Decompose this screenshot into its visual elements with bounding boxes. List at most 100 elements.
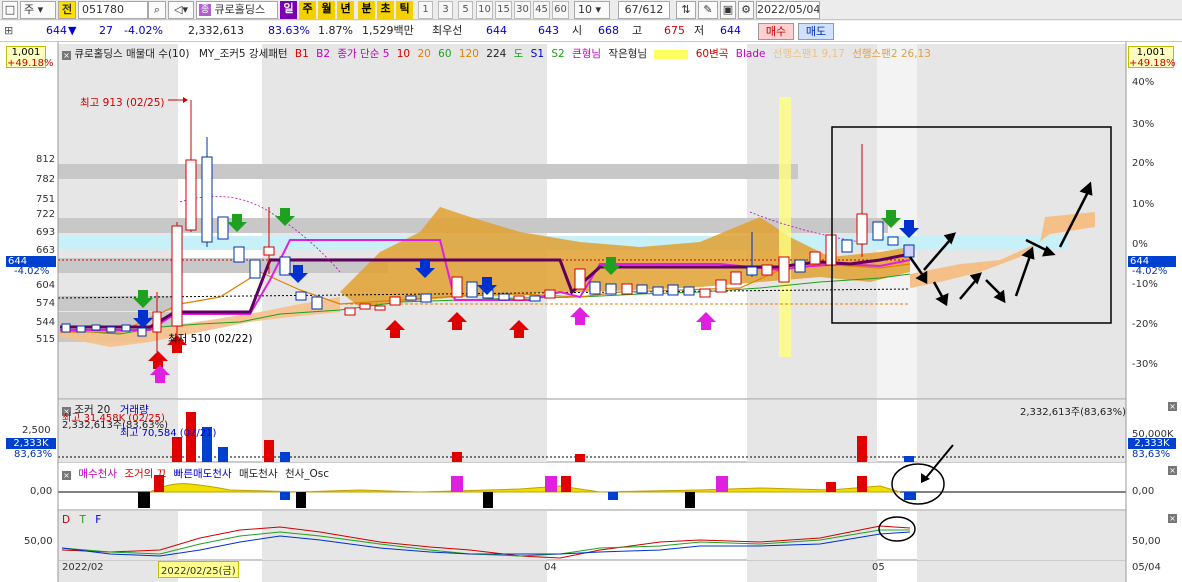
x-label-05: 05 [872, 562, 885, 573]
volume-left-pct: 83,63% [14, 449, 53, 460]
osc-left-axis: 0,00 [30, 486, 53, 497]
legend-item-ma5[interactable]: 종가 단순 5 [337, 48, 389, 60]
open-label: 시 [572, 24, 583, 37]
osc-item-buy-angel[interactable]: 매수천사 [78, 468, 117, 480]
interval-60[interactable]: 60 [552, 1, 569, 19]
x-label-2022-02: 2022/02 [62, 562, 104, 573]
low-annotation: 최저 510 (02/22) [168, 333, 253, 345]
dtf-item-f[interactable]: F [95, 514, 101, 526]
ask-price: 643 [538, 24, 559, 37]
legend-item-yellow-band[interactable] [654, 49, 689, 59]
stock-code-input[interactable]: 051780 [78, 1, 148, 19]
speaker-icon[interactable]: ◁▾ [168, 1, 194, 19]
save-icon[interactable]: ▣ [720, 1, 736, 19]
pct-level-minus-10: -10% [1132, 279, 1158, 290]
interval-3[interactable]: 3 [438, 1, 453, 19]
search-icon[interactable]: ⌕ [148, 1, 166, 19]
right-top-percent: +49.18% [1129, 58, 1176, 69]
stock-type-select[interactable]: 주 ▾ [20, 1, 56, 19]
period-month[interactable]: 월 [318, 1, 335, 19]
pct-level-0: 0% [1132, 239, 1148, 250]
price-level-722: 722 [36, 209, 56, 220]
osc-item-fast-sell[interactable]: 빠른매도천사 [174, 468, 232, 480]
period-day[interactable]: 일 [280, 1, 297, 19]
interval-15[interactable]: 15 [495, 1, 512, 19]
dtf-right-axis: 50,00 [1132, 536, 1161, 547]
high-label: 고 [632, 24, 643, 37]
legend-item-span2[interactable]: 선행스팬2 26,13 [852, 48, 931, 60]
left-top-badge: 1,001 +49.18% [6, 46, 54, 69]
interval-30[interactable]: 30 [514, 1, 531, 19]
dtf-close-icon[interactable]: × [1168, 514, 1177, 523]
expand-icon[interactable]: ⊞ [4, 24, 13, 38]
osc-item-osc[interactable]: 천사_Osc [285, 468, 329, 480]
stock-status-icon: 종 [199, 4, 211, 16]
market-button[interactable]: 전 [58, 1, 76, 19]
osc-close-icon[interactable]: × [62, 471, 71, 480]
date-input[interactable]: 2022/05/04 [756, 1, 820, 19]
quote-bar: ⊞ 644 ▼ 27 -4.02% 2,332,613 83.63% 1.87%… [0, 21, 1182, 42]
period-week[interactable]: 주 [299, 1, 316, 19]
legend-close-icon[interactable]: × [62, 51, 71, 60]
legend-title: 큐로홀딩스 매물대 수(10) [74, 48, 190, 60]
chart-canvas[interactable] [0, 42, 1182, 582]
legend-item-10[interactable]: 10 [397, 48, 410, 60]
legend-item-224[interactable]: 224 [486, 48, 506, 60]
osc-item-joker[interactable]: 조거의 끄 [124, 468, 166, 480]
legend-item-joker[interactable]: MY_조커5 강세패턴 [199, 48, 288, 60]
toolbar: □ 주 ▾ 전 051780 ⌕ ◁▾ 종 큐로홀딩스 일 주 월 년 분 초 … [0, 0, 1182, 20]
volume: 2,332,613 [188, 24, 244, 37]
legend-item-120[interactable]: 120 [459, 48, 479, 60]
pct-level-minus-20: -20% [1132, 319, 1158, 330]
period-tick[interactable]: 틱 [396, 1, 413, 19]
legend-item-blade[interactable]: Blade [736, 48, 766, 60]
buy-button[interactable]: 매수 [758, 23, 794, 40]
page-total: /612 [638, 3, 664, 16]
price-level-515: 515 [36, 334, 56, 345]
interval-45[interactable]: 45 [533, 1, 550, 19]
volume-right-close-icon[interactable]: × [1168, 402, 1177, 411]
legend-item-span1[interactable]: 선행스팬1 9,17 [773, 48, 845, 60]
osc-right-close-icon[interactable]: × [1168, 466, 1177, 475]
period-year[interactable]: 년 [337, 1, 354, 19]
legend-item-little-brother[interactable]: 작은형님 [608, 48, 647, 60]
legend-item-b1[interactable]: B1 [295, 48, 309, 60]
period-minute[interactable]: 분 [358, 1, 375, 19]
volume-left-axis: 2,500 [22, 425, 51, 436]
interval-10[interactable]: 10 [476, 1, 493, 19]
period-second[interactable]: 초 [377, 1, 394, 19]
osc-item-sell-angel[interactable]: 매도천사 [239, 468, 278, 480]
settings-icon[interactable]: ⚙ [738, 1, 754, 19]
price-level-693: 693 [36, 227, 56, 238]
interval-5[interactable]: 5 [458, 1, 473, 19]
legend-item-b2[interactable]: B2 [316, 48, 330, 60]
change-amount: 27 [99, 24, 113, 37]
pct-level-40: 40% [1132, 77, 1155, 88]
dtf-item-t[interactable]: T [79, 514, 85, 526]
legend-item-20[interactable]: 20 [417, 48, 430, 60]
legend-item-do[interactable]: 도 [514, 48, 524, 60]
legend-item-60-inflection[interactable]: 60변곡 [696, 48, 729, 60]
high-annotation: 최고 913 (02/25) [80, 97, 165, 109]
interval-select[interactable]: 10 ▾ [574, 1, 610, 19]
window-icon[interactable]: □ [2, 1, 18, 19]
priority-label: 최우선 [432, 24, 463, 37]
draw-tool-icon[interactable]: ✎ [698, 1, 718, 19]
right-current-percent: -4.02% [1132, 266, 1168, 277]
chart-area[interactable]: 1,001 +49.18% 812 782 751 722 693 663 64… [0, 42, 1182, 582]
legend-item-big-brother[interactable]: 큰형님 [572, 48, 601, 60]
chart-tool-icon[interactable]: ⇅ [676, 1, 696, 19]
legend-item-s1[interactable]: S1 [531, 48, 544, 60]
legend-item-s2[interactable]: S2 [551, 48, 564, 60]
dtf-legend: D T F [62, 514, 101, 526]
interval-1[interactable]: 1 [418, 1, 433, 19]
stock-name-field[interactable]: 종 큐로홀딩스 [196, 1, 278, 19]
pct-level-10: 10% [1132, 199, 1155, 210]
left-top-price: 1,001 [11, 47, 41, 58]
current-price: 644 [46, 24, 67, 37]
bid-price: 644 [486, 24, 507, 37]
osc-legend: × 매수천사 조거의 끄 빠른매도천사 매도천사 천사_Osc [62, 466, 329, 481]
legend-item-60[interactable]: 60 [438, 48, 451, 60]
dtf-item-d[interactable]: D [62, 514, 70, 526]
sell-button[interactable]: 매도 [798, 23, 834, 40]
